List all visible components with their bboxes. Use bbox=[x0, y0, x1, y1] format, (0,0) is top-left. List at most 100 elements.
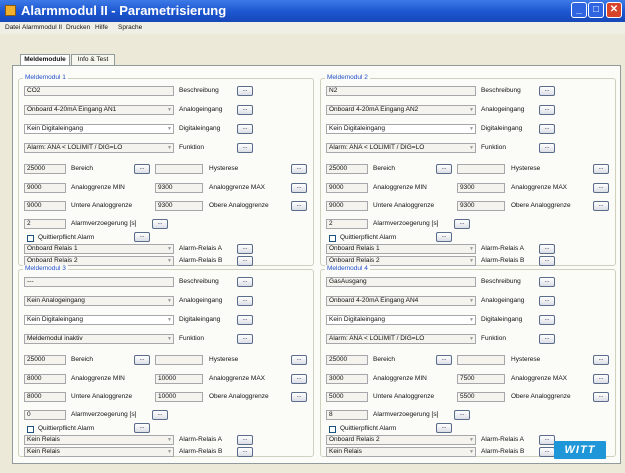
quittierpflicht-checkbox[interactable] bbox=[329, 235, 336, 242]
menu-datei[interactable]: Datei bbox=[5, 24, 20, 31]
hysterese-button[interactable]: ... bbox=[291, 355, 307, 365]
relais-a-select[interactable]: Onboard Relais 1 ▼ bbox=[24, 244, 174, 254]
digitaleingang-select[interactable]: Kein Digitaleingang ▼ bbox=[326, 124, 476, 134]
alarmverzoegerung-button[interactable]: ... bbox=[152, 219, 168, 229]
relais-b-button[interactable]: ... bbox=[237, 447, 253, 457]
funktion-select[interactable]: Alarm: ANA < LOLIMIT / DIG=LO ▼ bbox=[326, 334, 476, 344]
bereich-button[interactable]: ... bbox=[134, 164, 150, 174]
hysterese-field[interactable] bbox=[155, 355, 203, 365]
analogeingang-select[interactable]: Onboard 4-20mA Eingang AN1 ▼ bbox=[24, 105, 174, 115]
relais-a-button[interactable]: ... bbox=[539, 435, 555, 445]
analoggrenze-max-button[interactable]: ... bbox=[291, 374, 307, 384]
analoggrenze-max-button[interactable]: ... bbox=[593, 374, 609, 384]
hysterese-field[interactable] bbox=[457, 355, 505, 365]
relais-b-select[interactable]: Kein Relais ▼ bbox=[24, 447, 174, 457]
bereich-field[interactable]: 25000 bbox=[24, 164, 66, 174]
obere-analoggrenze-button[interactable]: ... bbox=[291, 392, 307, 402]
analoggrenze-max-button[interactable]: ... bbox=[593, 183, 609, 193]
funktion-select[interactable]: Alarm: ANA < LOLIMIT / DIG=LO ▼ bbox=[326, 143, 476, 153]
bereich-button[interactable]: ... bbox=[436, 164, 452, 174]
obere-analoggrenze-button[interactable]: ... bbox=[291, 201, 307, 211]
relais-a-button[interactable]: ... bbox=[539, 244, 555, 254]
relais-b-button[interactable]: ... bbox=[539, 256, 555, 266]
untere-analoggrenze-field[interactable]: 8000 bbox=[24, 392, 66, 402]
digitaleingang-button[interactable]: ... bbox=[539, 124, 555, 134]
hysterese-field[interactable] bbox=[155, 164, 203, 174]
obere-analoggrenze-field[interactable]: 5500 bbox=[457, 392, 505, 402]
alarmverzoegerung-button[interactable]: ... bbox=[152, 410, 168, 420]
hysterese-button[interactable]: ... bbox=[593, 164, 609, 174]
beschreibung-field[interactable]: CO2 bbox=[24, 86, 174, 96]
alarmverzoegerung-field[interactable]: 2 bbox=[24, 219, 66, 229]
relais-a-button[interactable]: ... bbox=[237, 435, 253, 445]
alarmverzoegerung-button[interactable]: ... bbox=[454, 219, 470, 229]
beschreibung-button[interactable]: ... bbox=[237, 277, 253, 287]
relais-a-select[interactable]: Kein Relais ▼ bbox=[24, 435, 174, 445]
quittierpflicht-checkbox[interactable] bbox=[329, 426, 336, 433]
obere-analoggrenze-field[interactable]: 10000 bbox=[155, 392, 203, 402]
digitaleingang-button[interactable]: ... bbox=[237, 315, 253, 325]
beschreibung-button[interactable]: ... bbox=[237, 86, 253, 96]
analoggrenze-max-field[interactable]: 9300 bbox=[155, 183, 203, 193]
funktion-button[interactable]: ... bbox=[539, 143, 555, 153]
analoggrenze-max-field[interactable]: 10000 bbox=[155, 374, 203, 384]
minimize-button[interactable]: _ bbox=[571, 2, 587, 18]
bereich-field[interactable]: 25000 bbox=[24, 355, 66, 365]
analogeingang-select[interactable]: Onboard 4-20mA Eingang AN4 ▼ bbox=[326, 296, 476, 306]
untere-analoggrenze-field[interactable]: 5000 bbox=[326, 392, 368, 402]
quittierpflicht-checkbox[interactable] bbox=[27, 235, 34, 242]
analogeingang-button[interactable]: ... bbox=[539, 296, 555, 306]
relais-a-select[interactable]: Onboard Relais 1 ▼ bbox=[326, 244, 476, 254]
quittierpflicht-button[interactable]: ... bbox=[436, 232, 452, 242]
analogeingang-button[interactable]: ... bbox=[539, 105, 555, 115]
menu-sprache[interactable]: Sprache bbox=[118, 24, 142, 31]
hysterese-field[interactable] bbox=[457, 164, 505, 174]
beschreibung-field[interactable]: N2 bbox=[326, 86, 476, 96]
menu-drucken[interactable]: Drucken bbox=[66, 24, 90, 31]
obere-analoggrenze-button[interactable]: ... bbox=[593, 201, 609, 211]
relais-b-select[interactable]: Kein Relais ▼ bbox=[326, 447, 476, 457]
untere-analoggrenze-field[interactable]: 9000 bbox=[326, 201, 368, 211]
hysterese-button[interactable]: ... bbox=[593, 355, 609, 365]
digitaleingang-button[interactable]: ... bbox=[539, 315, 555, 325]
quittierpflicht-button[interactable]: ... bbox=[134, 423, 150, 433]
alarmverzoegerung-button[interactable]: ... bbox=[454, 410, 470, 420]
analoggrenze-min-field[interactable]: 3000 bbox=[326, 374, 368, 384]
relais-a-select[interactable]: Onboard Relais 2 ▼ bbox=[326, 435, 476, 445]
close-button[interactable]: ✕ bbox=[606, 2, 622, 18]
obere-analoggrenze-button[interactable]: ... bbox=[593, 392, 609, 402]
alarmverzoegerung-field[interactable]: 8 bbox=[326, 410, 368, 420]
funktion-button[interactable]: ... bbox=[237, 143, 253, 153]
analogeingang-button[interactable]: ... bbox=[237, 105, 253, 115]
analoggrenze-min-field[interactable]: 9000 bbox=[24, 183, 66, 193]
funktion-button[interactable]: ... bbox=[237, 334, 253, 344]
beschreibung-button[interactable]: ... bbox=[539, 86, 555, 96]
menu-alarmmodul[interactable]: Alarmmodul II bbox=[22, 24, 62, 31]
beschreibung-button[interactable]: ... bbox=[539, 277, 555, 287]
obere-analoggrenze-field[interactable]: 9300 bbox=[457, 201, 505, 211]
hysterese-button[interactable]: ... bbox=[291, 164, 307, 174]
digitaleingang-select[interactable]: Kein Digitaleingang ▼ bbox=[24, 124, 174, 134]
funktion-button[interactable]: ... bbox=[539, 334, 555, 344]
relais-a-button[interactable]: ... bbox=[237, 244, 253, 254]
beschreibung-field[interactable]: --- bbox=[24, 277, 174, 287]
analogeingang-select[interactable]: Kein Analogeingang ▼ bbox=[24, 296, 174, 306]
analogeingang-select[interactable]: Onboard 4-20mA Eingang AN2 ▼ bbox=[326, 105, 476, 115]
bereich-field[interactable]: 25000 bbox=[326, 164, 368, 174]
quittierpflicht-button[interactable]: ... bbox=[436, 423, 452, 433]
digitaleingang-select[interactable]: Kein Digitaleingang ▼ bbox=[24, 315, 174, 325]
quittierpflicht-button[interactable]: ... bbox=[134, 232, 150, 242]
funktion-select[interactable]: Meldemodul inaktiv ▼ bbox=[24, 334, 174, 344]
beschreibung-field[interactable]: GasAusgang bbox=[326, 277, 476, 287]
analoggrenze-min-field[interactable]: 8000 bbox=[24, 374, 66, 384]
analoggrenze-max-field[interactable]: 7500 bbox=[457, 374, 505, 384]
analoggrenze-max-button[interactable]: ... bbox=[291, 183, 307, 193]
relais-b-button[interactable]: ... bbox=[539, 447, 555, 457]
obere-analoggrenze-field[interactable]: 9300 bbox=[155, 201, 203, 211]
untere-analoggrenze-field[interactable]: 9000 bbox=[24, 201, 66, 211]
analoggrenze-min-field[interactable]: 9000 bbox=[326, 183, 368, 193]
tab-info-test[interactable]: Info & Test bbox=[71, 54, 115, 65]
bereich-field[interactable]: 25000 bbox=[326, 355, 368, 365]
alarmverzoegerung-field[interactable]: 0 bbox=[24, 410, 66, 420]
digitaleingang-button[interactable]: ... bbox=[237, 124, 253, 134]
